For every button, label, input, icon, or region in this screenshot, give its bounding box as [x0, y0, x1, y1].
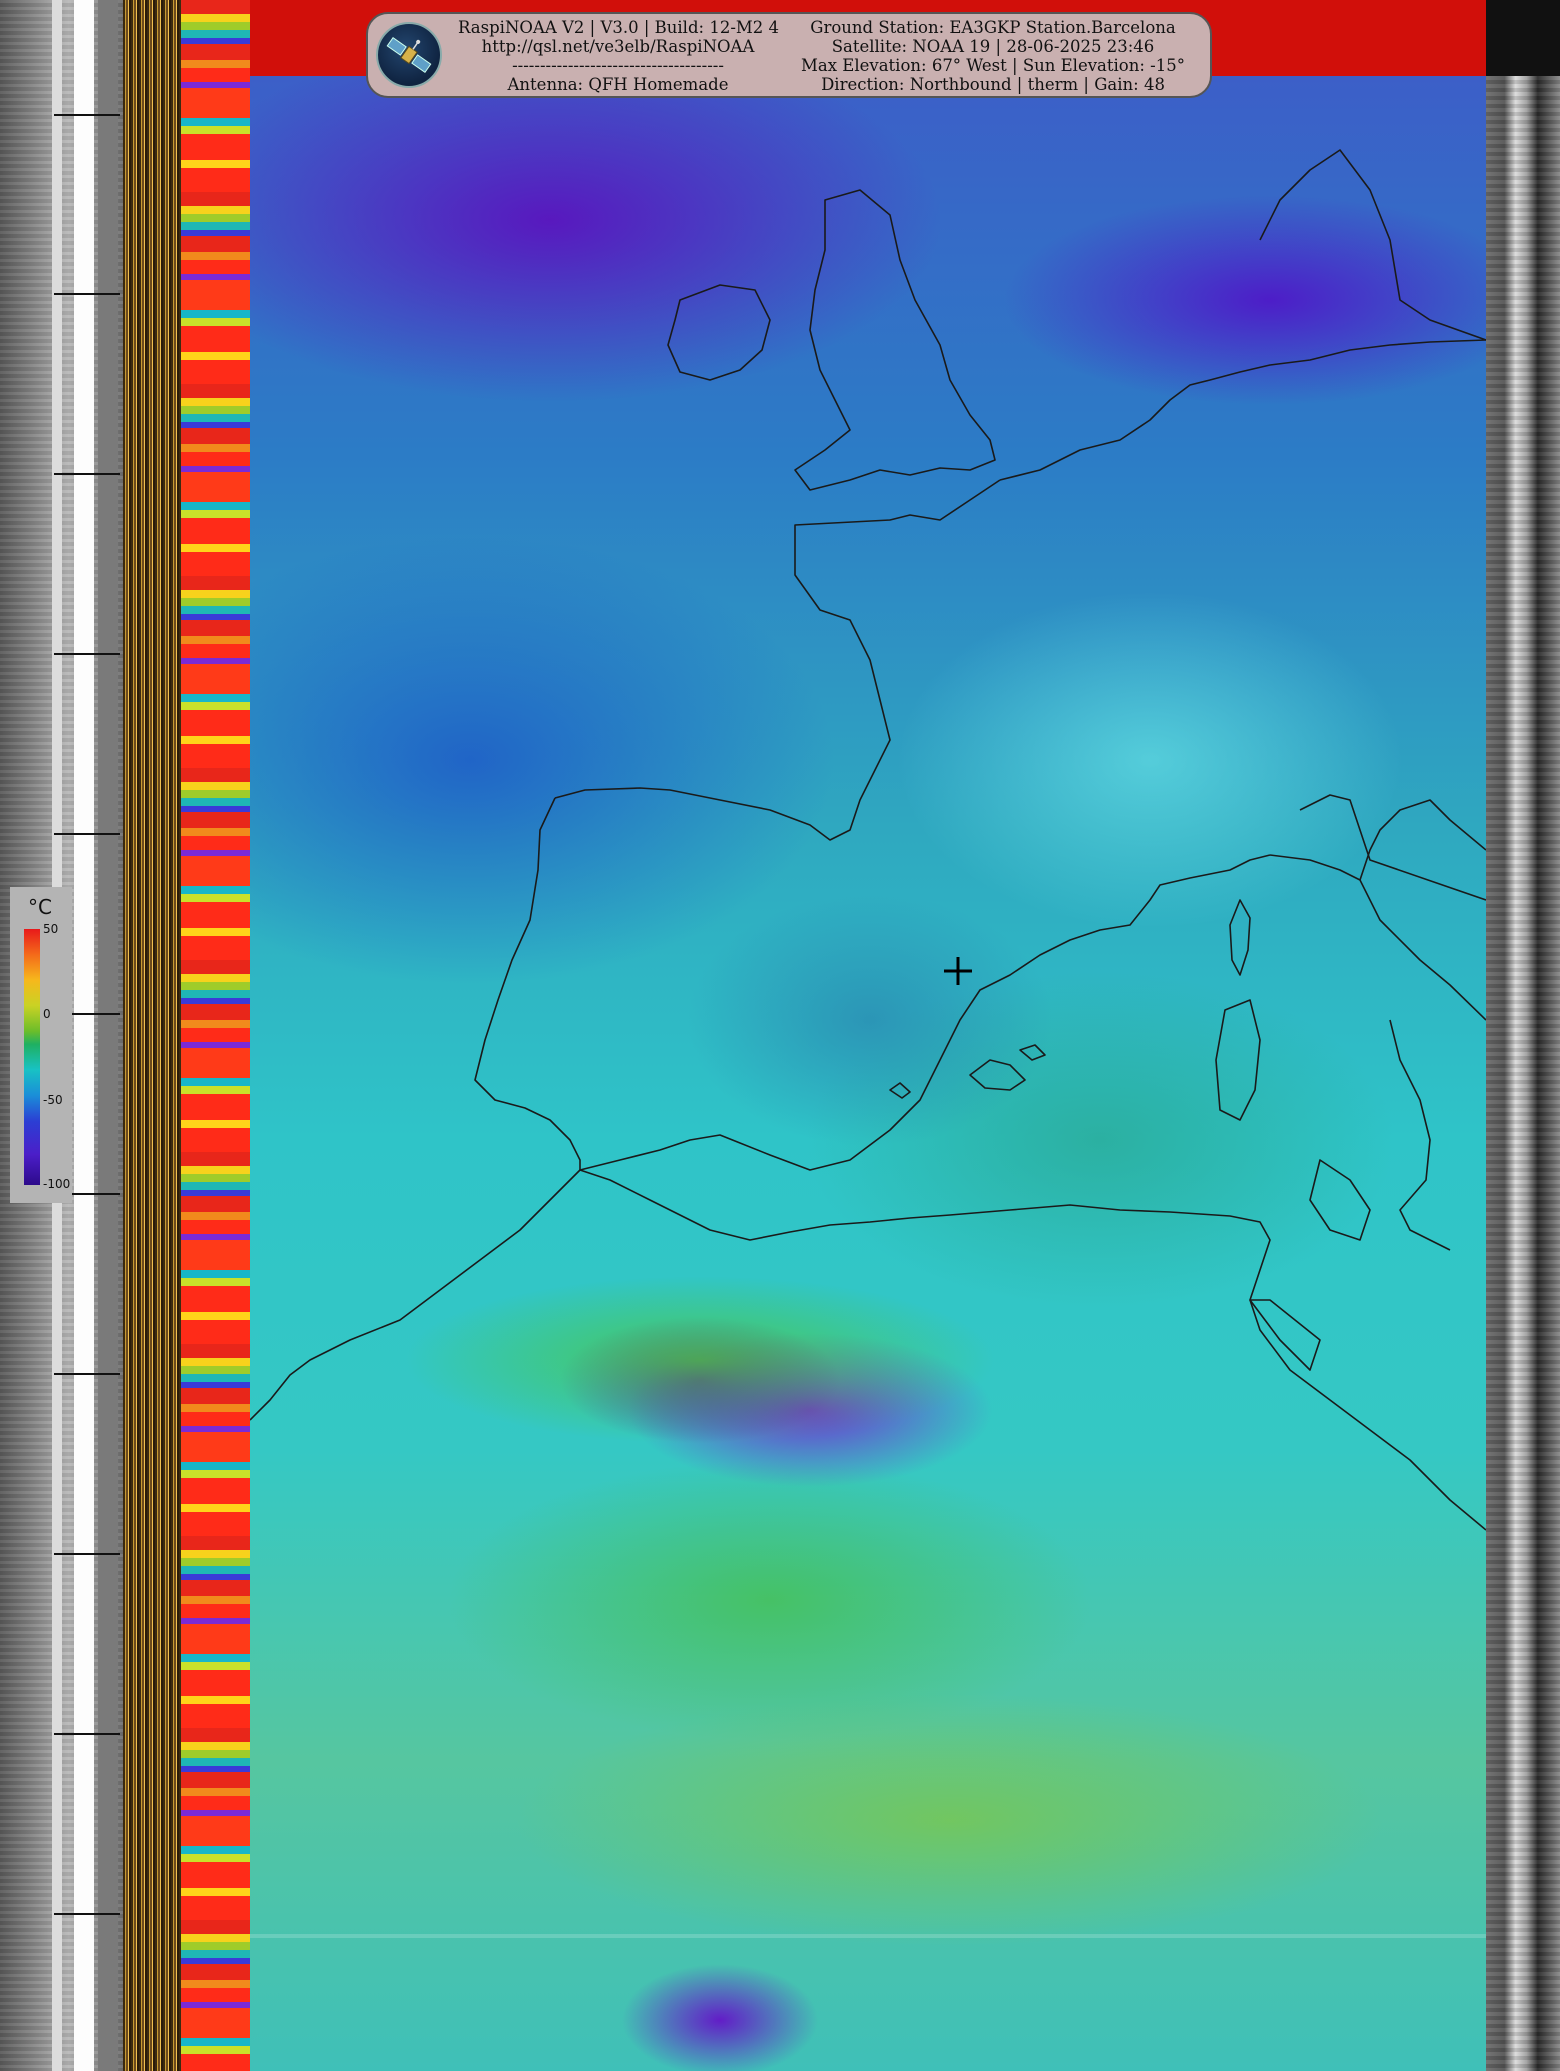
telemetry-tick [54, 114, 120, 116]
telemetry-tick [54, 473, 120, 475]
header-left-line-2: http://qsl.net/ve3elb/RaspiNOAA [481, 37, 755, 56]
telemetry-tick [54, 1553, 120, 1555]
coastline-italy-south [1389, 1019, 1451, 1251]
coastline-sardinia [1215, 999, 1261, 1121]
header-right-line-2: Satellite: NOAA 19 | 28-06-2025 23:46 [831, 37, 1155, 56]
legend-tick-minus-50: -50 [43, 1093, 63, 1107]
telemetry-tick [54, 833, 120, 835]
telemetry-sync-block [1486, 0, 1560, 76]
coastline-scandinavia [1259, 149, 1486, 341]
legend-tick-0: 0 [43, 1007, 51, 1021]
satellite-image [250, 0, 1486, 2071]
coastline-great-britain [794, 189, 996, 491]
header-pass-info: Ground Station: EA3GKP Station.Barcelona… [778, 18, 1208, 94]
header-right-line-1: Ground Station: EA3GKP Station.Barcelona [810, 18, 1176, 37]
header-right-line-3: Max Elevation: 67° West | Sun Elevation:… [801, 56, 1185, 75]
coastline-france-biscay [554, 479, 1001, 841]
legend-tick-minus-100: -100 [43, 1177, 71, 1191]
coastline-tunisia [1249, 1299, 1321, 1371]
satellite-logo-icon [376, 22, 442, 88]
coastline-morocco-atlantic [250, 1169, 581, 1421]
coastline-alps [1359, 799, 1486, 881]
coastline-mallorca [969, 1059, 1026, 1091]
coastline-iberia-east [579, 854, 1271, 1171]
telemetry-strip-right [1486, 0, 1560, 2071]
coastline-menorca [1019, 1044, 1046, 1061]
coastline-ligurian [1299, 794, 1486, 901]
legend-unit: °C [28, 895, 52, 919]
header-right-line-4: Direction: Northbound | therm | Gain: 48 [821, 75, 1165, 94]
header-station-info: RaspiNOAA V2 | V3.0 | Build: 12-M2 4 htt… [458, 18, 780, 94]
coastline-north-africa [579, 1169, 1486, 1531]
telemetry-wedge-band [74, 0, 94, 2071]
coastline-north-europe [999, 339, 1486, 481]
calibration-wedges [181, 0, 250, 2071]
coastline-italy-west [1269, 854, 1486, 1021]
header-info-panel: RaspiNOAA V2 | V3.0 | Build: 12-M2 4 htt… [366, 12, 1212, 98]
sync-strip [123, 0, 181, 2071]
telemetry-wedge-band [98, 0, 118, 2071]
coastline-ibiza [889, 1082, 911, 1099]
coastline-overlay [250, 149, 1486, 1531]
coastline-iberia-west [474, 797, 581, 1170]
legend-color-scale [24, 929, 40, 1185]
telemetry-tick [54, 653, 120, 655]
temperature-legend: °C 50 0 -50 -100 [10, 887, 72, 1203]
telemetry-tick [54, 1373, 120, 1375]
telemetry-tick [54, 1913, 120, 1915]
telemetry-tick [54, 293, 120, 295]
coastline-corsica [1229, 899, 1251, 976]
coastline-sardinia-sicily [1309, 1159, 1371, 1241]
coastline-ireland [667, 284, 771, 381]
header-left-line-3: -------------------------------------- [512, 56, 724, 75]
header-left-line-1: RaspiNOAA V2 | V3.0 | Build: 12-M2 4 [458, 18, 780, 37]
telemetry-tick [54, 1733, 120, 1735]
legend-tick-50: 50 [43, 922, 59, 936]
crosshair-icon [944, 957, 972, 985]
header-left-line-4: Antenna: QFH Homemade [507, 75, 729, 94]
